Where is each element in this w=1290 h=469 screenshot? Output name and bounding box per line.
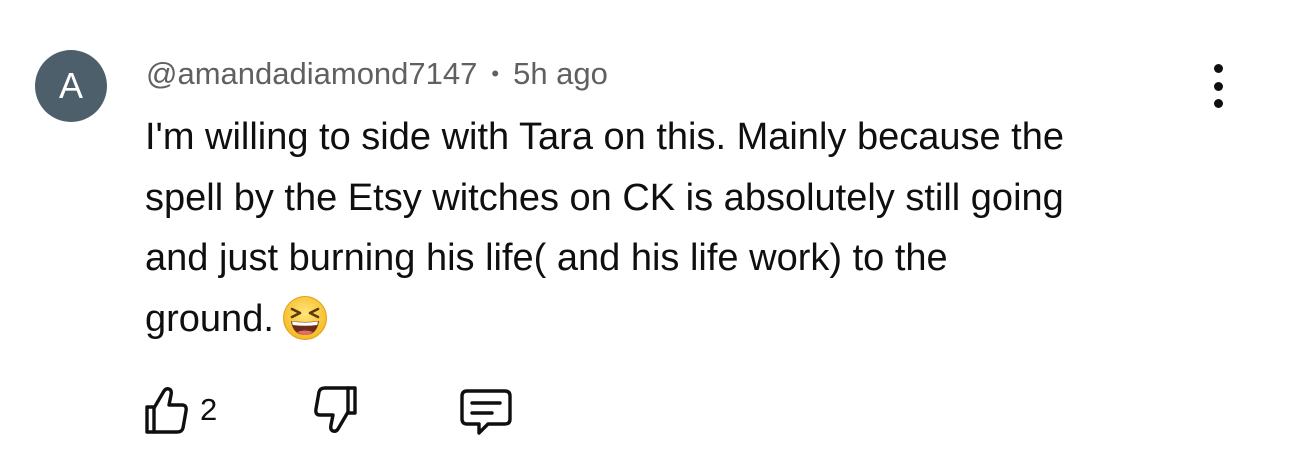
grinning-squinting-face-emoji — [282, 295, 327, 340]
comment-line-2: spell by the Etsy witches on CK is absol… — [145, 176, 1064, 219]
dislike-button[interactable] — [312, 384, 362, 441]
header-separator: • — [491, 61, 500, 86]
like-count: 2 — [200, 392, 218, 427]
thumbs-up-icon — [145, 387, 188, 434]
avatar[interactable]: A — [35, 50, 107, 122]
comment-header: @amandadiamond7147 • 5h ago — [146, 54, 608, 94]
comment-line-3: and just burning his life( and his life … — [145, 237, 948, 279]
more-dot — [1213, 81, 1223, 91]
more-dot — [1213, 64, 1223, 73]
more-vertical-icon[interactable] — [1198, 64, 1238, 108]
comment: A @amandadiamond7147 • 5h ago I'm willin… — [0, 0, 1290, 469]
thumbs-down-icon — [314, 386, 357, 433]
like-button[interactable]: 2 — [140, 384, 217, 436]
comment-line-4: ground. — [145, 297, 274, 340]
comment-text: I'm willing to side with Tara on this. M… — [145, 107, 1225, 349]
reply-button[interactable] — [458, 388, 514, 443]
comment-line-1: I'm willing to side with Tara on this. M… — [145, 116, 1064, 158]
comment-timestamp[interactable]: 5h ago — [513, 56, 608, 92]
avatar-letter: A — [58, 65, 83, 106]
author-handle[interactable]: @amandadiamond7147 — [146, 56, 477, 92]
comment-reply-icon — [460, 389, 512, 435]
